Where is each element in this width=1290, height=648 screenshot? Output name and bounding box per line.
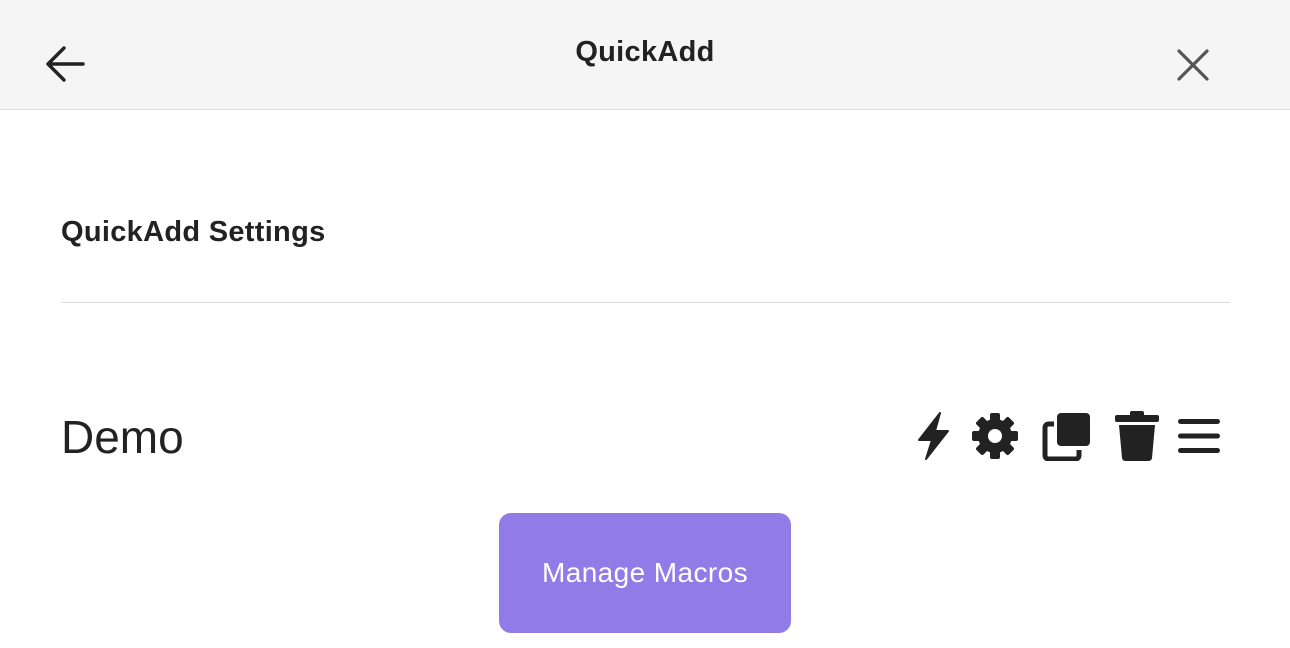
- drag-handle-icon: [1178, 419, 1220, 453]
- choice-actions: [906, 408, 1228, 464]
- delete-choice-button[interactable]: [1104, 408, 1170, 464]
- duplicate-choice-button[interactable]: [1030, 408, 1104, 464]
- lightning-icon: [918, 412, 949, 460]
- close-button[interactable]: [1170, 42, 1216, 88]
- duplicate-icon: [1042, 413, 1090, 461]
- drag-handle-button[interactable]: [1170, 408, 1228, 464]
- manage-macros-button[interactable]: Manage Macros: [499, 513, 791, 633]
- divider: [61, 302, 1230, 303]
- run-choice-button[interactable]: [906, 408, 960, 464]
- modal-title: QuickAdd: [575, 36, 715, 68]
- settings-heading: QuickAdd Settings: [61, 216, 326, 248]
- close-icon: [1177, 49, 1209, 81]
- configure-choice-button[interactable]: [960, 408, 1030, 464]
- modal-header: QuickAdd: [0, 0, 1290, 110]
- choice-name: Demo: [61, 411, 184, 463]
- gear-icon: [972, 413, 1018, 459]
- trash-icon: [1115, 411, 1159, 461]
